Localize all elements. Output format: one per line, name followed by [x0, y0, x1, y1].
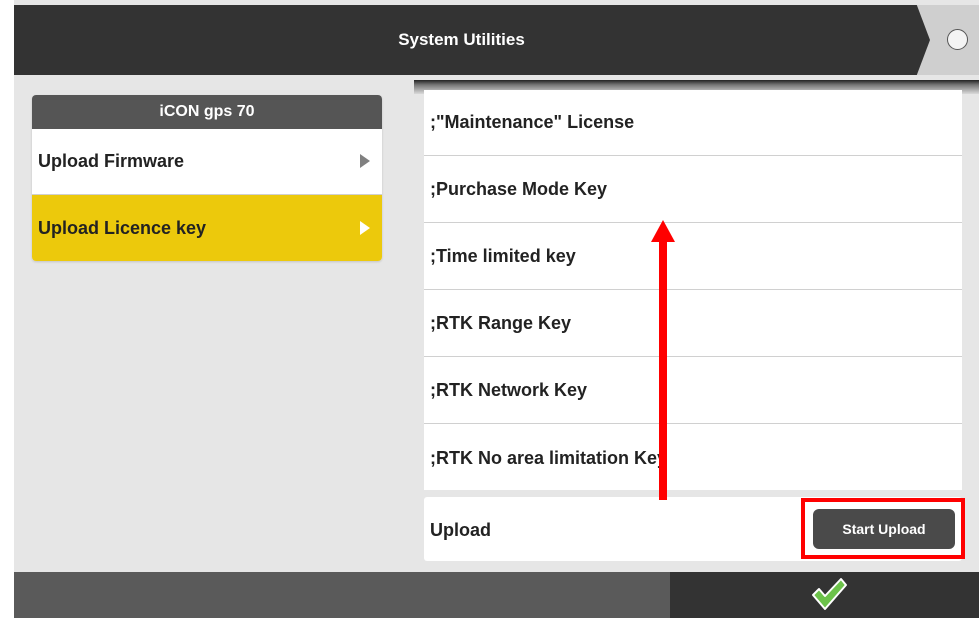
annotation-scroll-up-arrow: [651, 220, 675, 500]
triangle-right-icon: [360, 221, 370, 235]
list-item-rtk-range-key[interactable]: ;RTK Range Key: [424, 291, 962, 357]
list-item-purchase-mode-key[interactable]: ;Purchase Mode Key: [424, 157, 962, 223]
screen: System Utilities iCON gps 70 Upload Firm…: [14, 0, 979, 618]
menu-item-label: Upload Firmware: [38, 151, 185, 171]
device-panel: iCON gps 70 Upload Firmware Upload Licen…: [32, 95, 382, 261]
list-item-rtk-no-area-limitation-key[interactable]: ;RTK No area limitation Key: [424, 425, 962, 491]
licence-key-list[interactable]: ;"Maintenance" License ;Purchase Mode Ke…: [424, 90, 962, 490]
list-item-label: ;Time limited key: [430, 246, 576, 266]
list-item-label: ;"Maintenance" License: [430, 112, 635, 132]
list-item-maintenance-license[interactable]: ;"Maintenance" License: [424, 90, 962, 156]
start-upload-button[interactable]: Start Upload: [813, 509, 955, 549]
list-item-label: ;RTK Range Key: [430, 313, 572, 333]
upload-label: Upload: [430, 520, 491, 540]
list-item-label: ;RTK Network Key: [430, 380, 588, 400]
header-bar: System Utilities: [14, 5, 979, 75]
confirm-button[interactable]: [670, 572, 979, 618]
menu-item-upload-licence-key[interactable]: Upload Licence key: [32, 195, 382, 261]
device-title: iCON gps 70: [32, 95, 382, 129]
menu-item-label: Upload Licence key: [38, 218, 207, 238]
page-title: System Utilities: [398, 30, 525, 49]
menu-item-upload-firmware[interactable]: Upload Firmware: [32, 129, 382, 195]
list-item-label: ;Purchase Mode Key: [430, 179, 608, 199]
radio-circle-icon[interactable]: [947, 29, 968, 50]
footer-bar: [14, 572, 670, 618]
list-item-time-limited-key[interactable]: ;Time limited key: [424, 224, 962, 290]
list-item-label: ;RTK No area limitation Key: [430, 447, 668, 468]
triangle-right-icon: [360, 154, 370, 168]
checkmark-icon: [812, 578, 847, 610]
list-item-rtk-network-key[interactable]: ;RTK Network Key: [424, 358, 962, 424]
